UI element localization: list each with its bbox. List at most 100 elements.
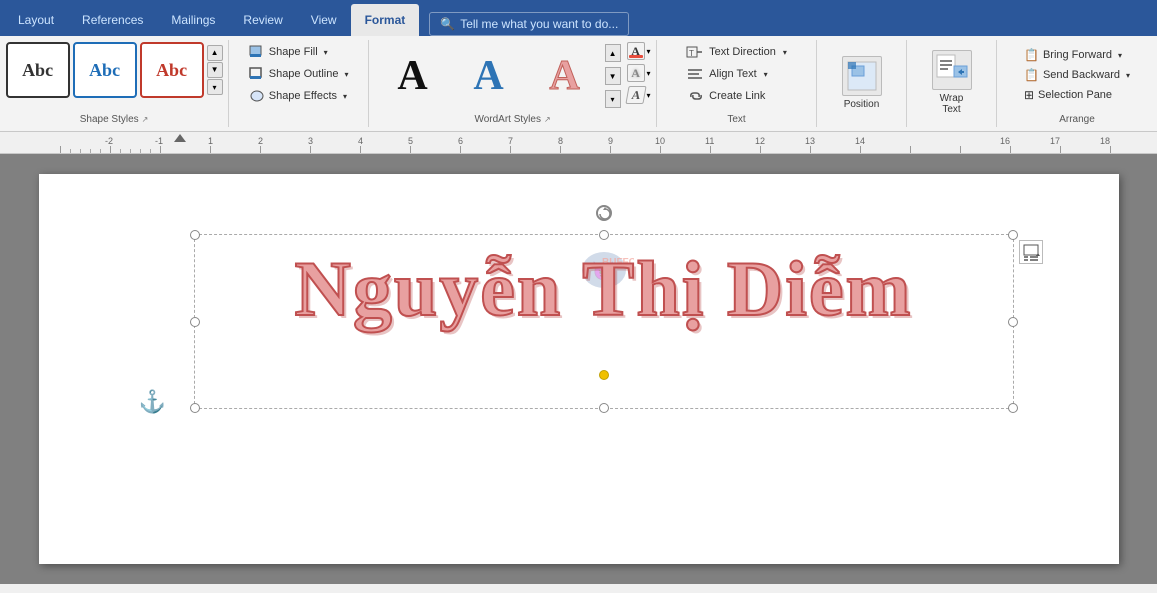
shape-style-down-arrow[interactable]: ▼	[207, 62, 223, 78]
shape-style-btn-2[interactable]: Abc	[73, 42, 137, 98]
yellow-control-dot[interactable]	[599, 370, 609, 380]
wordart-sample-pink[interactable]: A	[527, 42, 603, 110]
shape-styles-content: Abc Abc Abc ▲ ▼ ▾	[6, 42, 223, 112]
shape-style-btn-3[interactable]: Abc	[140, 42, 204, 98]
shape-style-dropdown[interactable]: ▲ ▼ ▾	[207, 42, 223, 98]
svg-text:5: 5	[408, 136, 413, 146]
bring-forward-icon: 📋	[1024, 48, 1039, 62]
search-box[interactable]: 🔍 Tell me what you want to do...	[429, 12, 629, 36]
svg-text:17: 17	[1050, 136, 1060, 146]
create-link-btn[interactable]: Create Link	[680, 86, 771, 106]
position-btn[interactable]: Position	[832, 50, 892, 116]
tab-review[interactable]: Review	[229, 4, 296, 36]
svg-text:11: 11	[705, 136, 714, 146]
shape-outline-icon	[249, 67, 265, 81]
selection-pane-icon: ⊞	[1024, 88, 1034, 102]
shape-outline-arrow[interactable]: ▾	[344, 70, 348, 79]
send-backward-arrow[interactable]: ▾	[1126, 71, 1130, 80]
wordart-main-text[interactable]: Nguyễn Thị Diễm	[195, 250, 1013, 328]
text-direction-arrow[interactable]: ▾	[783, 48, 787, 57]
shape-fill-btn[interactable]: Shape Fill ▾	[243, 42, 334, 62]
align-text-label: Align Text	[709, 68, 757, 80]
svg-text:18: 18	[1100, 136, 1110, 146]
shape-effects-label: Shape Effects	[269, 90, 337, 102]
wrap-text-btn[interactable]: WrapText	[922, 44, 982, 121]
wordart-nav: ▲ ▼ ▾	[605, 42, 621, 110]
handle-bottom-right[interactable]	[1008, 403, 1018, 413]
shape-options-content: Shape Fill ▾ Shape Outline ▾ Shape Effec…	[243, 42, 355, 123]
shape-effects-arrow[interactable]: ▾	[343, 92, 347, 101]
position-icon	[842, 56, 882, 96]
text-transform-a[interactable]: A	[625, 86, 646, 104]
shape-style-more-arrow[interactable]: ▾	[207, 79, 223, 95]
create-link-icon	[686, 88, 704, 104]
wrap-text-group: WrapText	[907, 40, 997, 127]
wordart-nav-down[interactable]: ▼	[605, 67, 621, 85]
text-color-arrow[interactable]: ▾	[647, 47, 651, 56]
handle-top-middle[interactable]	[599, 230, 609, 240]
wordart-text-icons: A ▾ A ▾ A ▾	[627, 42, 651, 104]
shape-styles-expand[interactable]: ↗	[142, 115, 149, 124]
svg-text:-1: -1	[155, 136, 163, 146]
text-ribbon-group: T Text Direction ▾ Align Text ▾ C	[657, 40, 817, 127]
align-text-btn[interactable]: Align Text ▾	[680, 64, 774, 84]
shape-style-up-arrow[interactable]: ▲	[207, 45, 223, 61]
rotate-handle[interactable]	[596, 205, 612, 221]
tab-format[interactable]: Format	[351, 4, 420, 36]
text-icon-row-1: A ▾	[627, 42, 651, 60]
create-link-label: Create Link	[709, 90, 765, 102]
move-handle[interactable]: ⚓	[139, 389, 166, 415]
svg-text:-2: -2	[105, 136, 113, 146]
shape-outline-btn[interactable]: Shape Outline ▾	[243, 64, 355, 84]
shape-fill-label: Shape Fill	[269, 46, 318, 58]
wordart-nav-up[interactable]: ▲	[605, 44, 621, 62]
selection-pane-btn[interactable]: ⊞ Selection Pane	[1018, 86, 1118, 104]
tab-layout[interactable]: Layout	[4, 4, 68, 36]
shape-styles-label: Shape Styles ↗	[80, 112, 149, 125]
text-glow-a[interactable]: A	[627, 64, 645, 82]
shape-effects-btn[interactable]: Shape Effects ▾	[243, 86, 353, 106]
wordart-styles-expand[interactable]: ↗	[544, 115, 551, 124]
wordart-styles-label: WordArt Styles ↗	[474, 112, 550, 125]
wordart-nav-expand[interactable]: ▾	[605, 90, 621, 108]
bring-forward-label: Bring Forward	[1043, 49, 1112, 61]
text-glow-arrow[interactable]: ▾	[647, 69, 651, 78]
handle-top-right[interactable]	[1008, 230, 1018, 240]
layout-options-btn[interactable]	[1019, 240, 1043, 264]
bring-forward-btn[interactable]: 📋 Bring Forward ▾	[1018, 46, 1128, 64]
text-direction-btn[interactable]: T Text Direction ▾	[680, 42, 793, 62]
document-area: ⚓	[0, 154, 1157, 584]
send-backward-label: Send Backward	[1043, 69, 1120, 81]
text-direction-label: Text Direction	[709, 46, 776, 58]
text-group-label: Text	[727, 112, 745, 125]
position-content: Position	[832, 42, 892, 123]
shape-style-btn-1[interactable]: Abc	[6, 42, 70, 98]
wordart-sample-blue[interactable]: A	[451, 42, 527, 110]
align-text-arrow[interactable]: ▾	[764, 70, 768, 79]
shape-styles-group: Abc Abc Abc ▲ ▼ ▾ Shape Styles ↗	[0, 40, 229, 127]
svg-text:T: T	[689, 49, 694, 58]
arrange-content: 📋 Bring Forward ▾ 📋 Send Backward ▾ ⊞ Se…	[1018, 42, 1136, 112]
shape-fill-arrow[interactable]: ▾	[324, 48, 328, 57]
text-transform-arrow[interactable]: ▾	[647, 91, 651, 100]
text-color-a[interactable]: A	[627, 42, 645, 60]
handle-bottom-left[interactable]	[190, 403, 200, 413]
tab-mailings[interactable]: Mailings	[157, 4, 229, 36]
svg-text:3: 3	[308, 136, 313, 146]
svg-text:2: 2	[258, 136, 263, 146]
svg-text:6: 6	[458, 136, 463, 146]
handle-bottom-middle[interactable]	[599, 403, 609, 413]
tab-references[interactable]: References	[68, 4, 157, 36]
svg-text:4: 4	[358, 136, 363, 146]
send-backward-btn[interactable]: 📋 Send Backward ▾	[1018, 66, 1136, 84]
wordart-sample-black[interactable]: A	[375, 42, 451, 110]
tab-view[interactable]: View	[297, 4, 351, 36]
handle-top-left[interactable]	[190, 230, 200, 240]
wordart-box[interactable]: 😈 BUFFCOM Nguyễn Thị Diễm	[194, 234, 1014, 409]
svg-text:9: 9	[608, 136, 613, 146]
position-label: Position	[844, 99, 880, 110]
search-placeholder: Tell me what you want to do...	[460, 17, 618, 31]
bring-forward-arrow[interactable]: ▾	[1118, 51, 1122, 60]
arrange-label: Arrange	[1059, 114, 1095, 125]
svg-text:16: 16	[1000, 136, 1010, 146]
